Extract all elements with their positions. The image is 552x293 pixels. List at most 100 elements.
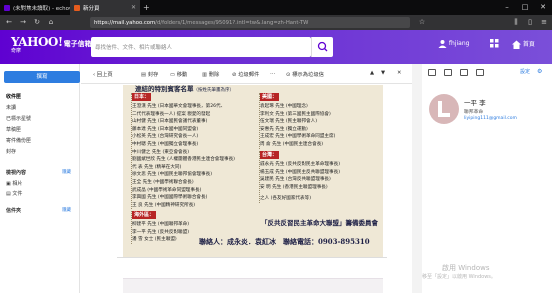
spam-label: 垃圾郵件 bbox=[238, 72, 260, 78]
message-body: 連結的特別賓客名單（按姓氏筆畫為序） 日本： 王澄漢 先生 (日本國華文會理事長… bbox=[81, 85, 412, 293]
trash-icon: ▥ bbox=[202, 72, 209, 78]
poster-line: 王成宏 先生 (中國學術革命同盟主席) bbox=[260, 134, 336, 140]
settings-link[interactable]: 設定 bbox=[520, 68, 530, 75]
windows-activation-watermark: 啟用 Windows bbox=[442, 264, 490, 272]
poster-line: 武成晶 (中國學術革命同盟理事長) bbox=[132, 187, 202, 193]
poster-line: 李興國 先生 (中國國際學術聯合會長) bbox=[132, 195, 208, 201]
poster-line: 袁起琢 先生 (中國理念) bbox=[260, 104, 308, 109]
sidebar-item-inbox[interactable]: 收件匣 bbox=[6, 93, 21, 100]
logo-text: YAHOO! bbox=[11, 35, 63, 49]
mark-spam-button[interactable]: ⊙ 標示為垃圾信 bbox=[286, 70, 324, 78]
poster-line: 中村聰 先生 (中國獨立會理事長) bbox=[132, 141, 199, 147]
poster-line: 王全 先生 (中國學術聯合會長) bbox=[132, 179, 194, 185]
message-toolbar: ‹ 回上頁 ▤ 封存 ▭ 移動 ▥ 刪除 ⊘ 垃圾郵件 … ⊙ 標示為垃圾信 ▲… bbox=[81, 64, 412, 84]
next-message-preview[interactable] bbox=[123, 278, 383, 293]
contact-avatar[interactable] bbox=[429, 94, 459, 124]
browser-tab-new[interactable]: 新分頁 ✕ bbox=[70, 0, 140, 15]
folders-heading: 信件夾 bbox=[6, 208, 22, 214]
forward-icon[interactable]: → bbox=[17, 15, 29, 30]
user-name: fhjiang bbox=[448, 40, 470, 47]
url-path: /d/folders/1/messages/95091?.intl=tw&.la… bbox=[155, 19, 309, 26]
section-header: 美國： bbox=[260, 93, 280, 101]
poster-title: 連結的特別賓客名單（按姓氏筆畫為序） bbox=[135, 85, 234, 93]
minimize-icon[interactable]: – bbox=[498, 0, 516, 15]
poster-line: 小松英 先生 (台灣研究會長一人) bbox=[132, 134, 199, 140]
house-icon bbox=[512, 40, 521, 49]
poster-taiwan-list: 台灣： 戚永光 先生 (反共反對民主革命理事長) 楊玉成 先生 (中國民主反共聯… bbox=[259, 151, 379, 203]
new-tab-button[interactable]: + bbox=[143, 0, 150, 15]
archive-label: 封存 bbox=[147, 72, 159, 78]
menu-icon[interactable]: ≡ bbox=[538, 15, 550, 30]
sidebar-item-docs[interactable]: ▤ 文件 bbox=[6, 190, 22, 197]
notepad-icon[interactable] bbox=[460, 69, 468, 76]
left-sidebar: 撰寫 收件匣 未讀 已標示星號 草稿匣 寄件備份匣 封存 檢視內容 隱藏 ▣ 相… bbox=[0, 64, 80, 293]
search-button[interactable] bbox=[311, 37, 333, 57]
apps-grid-icon[interactable] bbox=[490, 39, 499, 50]
next-message-icon[interactable]: ▼ bbox=[381, 70, 385, 76]
poster-image: 連結的特別賓客名單（按姓氏筆畫為序） 日本： 王澄漢 先生 (日本國華文會理事長… bbox=[123, 85, 383, 257]
poster-line: 劉國斌世欣 先生 (人權團體香港民主連合會理事長) bbox=[132, 157, 235, 163]
compose-button[interactable]: 撰寫 bbox=[4, 71, 80, 83]
sidebar-item-drafts[interactable]: 草稿匣 bbox=[6, 126, 21, 133]
search-placeholder: 尋找信件、文件、相片或聯絡人 bbox=[95, 45, 173, 51]
spam-button[interactable]: ⊘ 垃圾郵件 bbox=[232, 70, 259, 78]
archive-icon: ▤ bbox=[141, 72, 148, 78]
browser-tab-mail[interactable]: (未對焦未讀取) - echowuhc@... ✕ bbox=[0, 0, 70, 15]
close-message-icon[interactable]: ✕ bbox=[397, 70, 401, 76]
move-label: 移動 bbox=[176, 72, 188, 78]
prev-message-icon[interactable]: ▲ bbox=[370, 70, 374, 76]
sidebar-item-unread[interactable]: 未讀 bbox=[6, 104, 16, 111]
views-heading: 檢視內容 bbox=[6, 170, 27, 176]
right-panel: 設定 ⚙ 一平 李 聯邦革命 liyiping111@gmail.com bbox=[422, 64, 552, 293]
sidebar-item-photos[interactable]: ▣ 相片 bbox=[6, 180, 22, 187]
yahoo-logo[interactable]: YAHOO!電子信箱 奇摩 bbox=[11, 36, 92, 54]
home-icon[interactable]: ⌂ bbox=[45, 15, 57, 30]
right-panel-icons: 設定 ⚙ bbox=[422, 68, 552, 78]
url-bar[interactable]: https://mail.yahoo.com/d/folders/1/messa… bbox=[90, 17, 410, 28]
search-input[interactable]: 尋找信件、文件、相片或聯絡人 bbox=[91, 37, 311, 57]
sidebar-item-sent[interactable]: 寄件備份匣 bbox=[6, 137, 31, 144]
search-icon bbox=[317, 41, 328, 52]
poster-line: 柳建平 先生 (中國聯邦革命) bbox=[132, 222, 190, 227]
folders-hide-link[interactable]: 隱藏 bbox=[62, 207, 71, 213]
poster-line: 吳建民 先生 (台灣反共聯盟理事長) bbox=[260, 177, 331, 183]
logo-zh: 電子信箱 bbox=[63, 40, 92, 48]
url-host: https://mail.yahoo.com bbox=[94, 19, 156, 26]
scrollbar[interactable] bbox=[412, 64, 422, 293]
poster-line: 楊玉成 先生 (中國民主反共聯盟理事長) bbox=[260, 169, 341, 175]
more-button[interactable]: … bbox=[270, 70, 275, 76]
poster-line: 代 表 先生 (精華在大同) bbox=[132, 164, 182, 170]
back-icon[interactable]: ← bbox=[3, 15, 15, 30]
home-label: 首頁 bbox=[522, 41, 535, 48]
poster-line: 安 明 先生 (香港民主聯盟理事長) bbox=[260, 184, 328, 190]
sidebar-toggle-icon[interactable]: ▯ bbox=[524, 15, 536, 30]
delete-button[interactable]: ▥ 刪除 bbox=[202, 70, 219, 78]
poster-line: 中川健之 先生 (東亞會會長) bbox=[132, 149, 190, 155]
contacts-icon[interactable] bbox=[428, 69, 436, 76]
mark-spam-label: 標示為垃圾信 bbox=[292, 72, 324, 78]
poster-line: 王 良 先生 (中國精神研究所長) bbox=[132, 202, 196, 208]
sidebar-item-label: 相片 bbox=[12, 181, 23, 187]
poster-line: 李利文 先生 (第三國民主國際協會) bbox=[260, 111, 331, 117]
reload-icon[interactable]: ↻ bbox=[31, 15, 43, 30]
bookmark-icon[interactable]: ☆ bbox=[416, 15, 428, 30]
back-to-inbox-button[interactable]: ‹ 回上頁 bbox=[93, 70, 113, 78]
library-icon[interactable]: ⫼ bbox=[510, 15, 522, 30]
contact-email[interactable]: liyiping111@gmail.com bbox=[464, 116, 517, 121]
browser-tab-strip: (未對焦未讀取) - echowuhc@... ✕ 新分頁 ✕ + – □ ✕ bbox=[0, 0, 552, 15]
close-tab-icon[interactable]: ✕ bbox=[131, 4, 136, 11]
sidebar-item-archive[interactable]: 封存 bbox=[6, 148, 16, 155]
maximize-icon[interactable]: □ bbox=[516, 0, 534, 15]
calendar-icon[interactable] bbox=[444, 69, 452, 76]
sidebar-item-starred[interactable]: 已標示星號 bbox=[6, 115, 31, 122]
gear-icon[interactable]: ⚙ bbox=[537, 68, 542, 75]
move-button[interactable]: ▭ 移動 bbox=[170, 70, 187, 78]
home-button[interactable]: 首頁 bbox=[512, 39, 535, 49]
logo-sub: 奇摩 bbox=[11, 48, 22, 54]
views-hide-link[interactable]: 隱藏 bbox=[62, 169, 71, 175]
archive-button[interactable]: ▤ 封存 bbox=[141, 70, 158, 78]
avatar-icon[interactable]: fhjiang bbox=[438, 39, 469, 48]
close-window-icon[interactable]: ✕ bbox=[534, 0, 552, 15]
attachments-icon[interactable] bbox=[476, 69, 484, 76]
poster-japan-list: 日本： 王澄漢 先生 (日本國華文會理事長，第26代、 二代代表理事長一人) 提… bbox=[131, 93, 249, 210]
